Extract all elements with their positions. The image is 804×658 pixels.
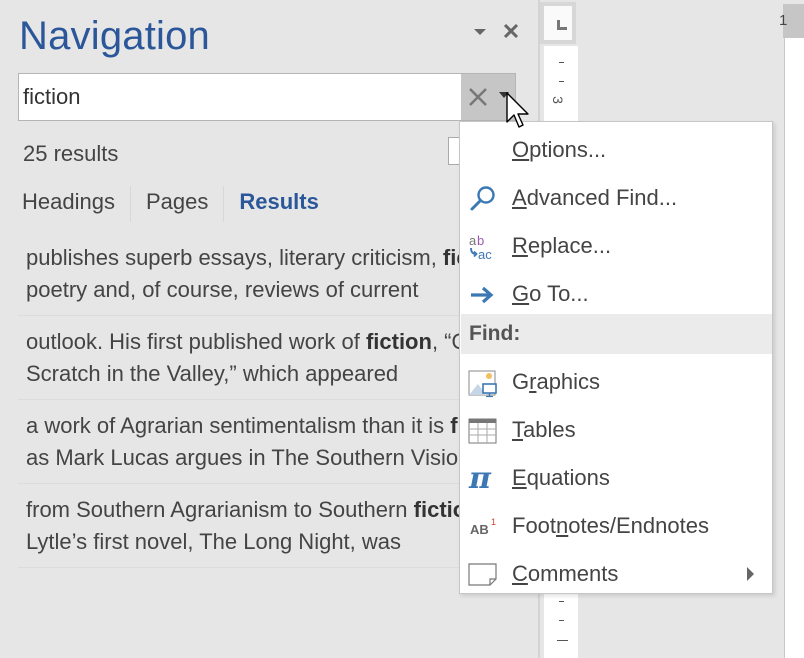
find-section-header: Find: bbox=[461, 314, 772, 354]
ruler-tick bbox=[557, 640, 568, 641]
footnote-icon: AB 1 bbox=[470, 517, 496, 537]
search-options-dropdown[interactable] bbox=[499, 92, 511, 102]
menu-item-label: Comments bbox=[512, 561, 619, 586]
svg-text:AB: AB bbox=[470, 522, 489, 537]
ruler-tick bbox=[559, 81, 564, 82]
tab-headings[interactable]: Headings bbox=[22, 186, 130, 222]
menu-item-label: Equations bbox=[512, 465, 610, 490]
svg-text:b: b bbox=[477, 233, 484, 248]
comment-icon bbox=[468, 563, 497, 586]
search-options-menu: Options... Advanced Find... a b ac Replace… bbox=[459, 121, 773, 594]
navigation-pane: Navigation 25 results Headings Pages Res… bbox=[0, 0, 538, 658]
tab-results[interactable]: Results bbox=[223, 186, 333, 222]
graphics-icon bbox=[468, 370, 497, 398]
menu-item-label: Replace... bbox=[512, 233, 612, 258]
svg-text:a: a bbox=[469, 233, 477, 248]
menu-item-label: Options... bbox=[512, 137, 607, 162]
menu-item-footnotes[interactable]: AB 1 Footnotes/Endnotes bbox=[460, 502, 772, 550]
submenu-arrow-icon bbox=[747, 567, 754, 581]
menu-item-equations[interactable]: π Equations bbox=[460, 454, 772, 502]
ruler-number: 3 bbox=[549, 96, 566, 104]
ruler-number: 1 bbox=[779, 12, 788, 29]
menu-item-label: Go To... bbox=[512, 281, 589, 306]
chevron-down-icon bbox=[474, 29, 486, 35]
close-icon bbox=[469, 88, 487, 106]
menu-item-graphics[interactable]: Graphics bbox=[460, 358, 772, 406]
result-count: 25 results bbox=[23, 141, 119, 166]
result-text: publishes superb essays, literary critic… bbox=[26, 245, 443, 270]
menu-item-tables[interactable]: Tables bbox=[460, 406, 772, 454]
svg-text:ac: ac bbox=[478, 247, 492, 262]
nav-tabs: Headings Pages Results bbox=[22, 186, 334, 222]
result-text: outlook. His first published work of bbox=[26, 329, 366, 354]
replace-icon: a bac bbox=[469, 233, 492, 262]
menu-item-label: Graphics bbox=[512, 369, 601, 394]
result-text: from Southern Agrarianism to Southern bbox=[26, 497, 414, 522]
result-text: a work of Agrarian sentimentalism than i… bbox=[26, 413, 451, 438]
menu-item-label: Footnotes/Endnotes bbox=[512, 513, 709, 538]
magnifier-icon bbox=[470, 186, 495, 211]
pi-icon: π bbox=[468, 464, 492, 494]
clear-search-button[interactable] bbox=[467, 86, 489, 108]
left-tab-icon bbox=[557, 20, 567, 30]
pane-close-button[interactable] bbox=[500, 20, 522, 42]
document-page[interactable] bbox=[784, 38, 804, 658]
ruler-tick bbox=[559, 601, 564, 602]
ruler-tick bbox=[559, 620, 564, 621]
tab-pages[interactable]: Pages bbox=[129, 186, 223, 222]
pane-options-button[interactable] bbox=[470, 24, 490, 40]
result-match: fiction bbox=[365, 329, 432, 354]
svg-text:1: 1 bbox=[491, 517, 496, 527]
menu-item-advanced-find[interactable]: Advanced Find... bbox=[460, 174, 772, 222]
chevron-down-icon bbox=[499, 92, 509, 98]
pane-title: Navigation bbox=[19, 14, 211, 58]
search-input[interactable] bbox=[23, 82, 453, 112]
table-icon bbox=[468, 418, 497, 444]
close-icon bbox=[503, 23, 519, 39]
ruler-tick bbox=[559, 62, 564, 63]
menu-item-comments[interactable]: Comments bbox=[460, 550, 772, 598]
svg-text:π: π bbox=[468, 464, 492, 494]
search-box bbox=[18, 73, 516, 121]
word-window: Navigation 25 results Headings Pages Res… bbox=[0, 0, 804, 658]
menu-item-options[interactable]: Options... bbox=[460, 126, 772, 174]
search-actions bbox=[461, 74, 515, 120]
menu-item-label: Advanced Find... bbox=[512, 185, 678, 210]
menu-item-replace[interactable]: a b ac Replace... bbox=[460, 222, 772, 270]
arrow-right-icon bbox=[471, 286, 494, 304]
menu-item-label: Tables bbox=[512, 417, 576, 442]
tab-selector-button[interactable] bbox=[540, 2, 576, 44]
menu-item-go-to[interactable]: Go To... bbox=[460, 270, 772, 318]
